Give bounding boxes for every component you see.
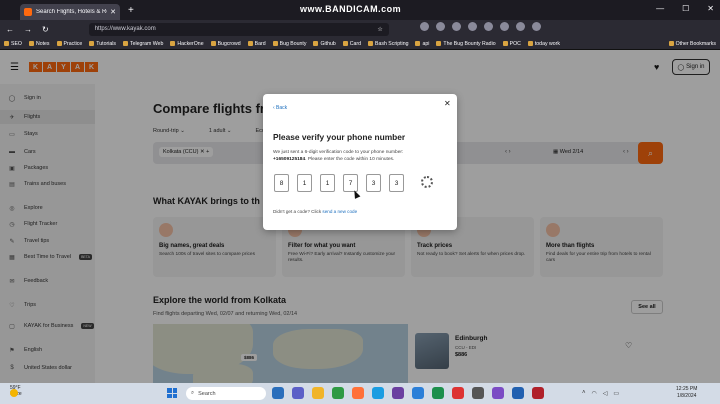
tab-title: Search Flights, Hotels & Rental Cars — [36, 9, 107, 15]
minimize-icon[interactable]: — — [656, 4, 664, 13]
extension-icon[interactable] — [516, 22, 525, 31]
app-icon[interactable] — [492, 387, 504, 399]
volume-icon[interactable]: ◁ — [603, 390, 608, 397]
extensions-toolbar — [420, 22, 541, 31]
extension-icon[interactable] — [436, 22, 445, 31]
bookmark-item[interactable]: api — [415, 41, 429, 47]
extension-icon[interactable] — [452, 22, 461, 31]
bookmark-item[interactable]: Telegram Web — [123, 41, 163, 47]
forward-icon[interactable]: → — [24, 25, 32, 34]
taskbar-search[interactable]: ⌕ Search — [186, 387, 266, 400]
otp-digit-2[interactable]: 1 — [297, 174, 312, 192]
dialog-instructions: We just sent a 6-digit verification code… — [273, 149, 449, 164]
bookmark-item[interactable]: Bugcrowd — [211, 41, 241, 47]
clock-date: 1/8/2024 — [676, 393, 697, 399]
bandicam-icon[interactable] — [532, 387, 544, 399]
resend-prefix: Didn't get a code? Click — [273, 209, 323, 214]
otp-digit-6[interactable]: 3 — [389, 174, 404, 192]
verify-phone-dialog: ‹ Back ✕ Please verify your phone number… — [263, 94, 457, 230]
url-text: https://www.kayak.com — [94, 26, 156, 32]
bookmarks-bar: SEO Notes Practice Tutorials Telegram We… — [0, 38, 720, 50]
system-clock[interactable]: 12:25 PM 1/8/2024 — [676, 386, 697, 400]
system-tray: ˄ ◠ ◁ ▭ — [582, 390, 619, 397]
otp-inputs: 8 1 1 7 3 3 — [274, 174, 404, 192]
phone-number: +16509125184 — [273, 157, 306, 163]
weather-widget[interactable]: 59°F Haze — [10, 385, 22, 398]
close-tab-icon[interactable]: ✕ — [110, 8, 116, 16]
teams-icon[interactable] — [292, 387, 304, 399]
bookmark-item[interactable]: Card — [343, 41, 361, 47]
bookmark-star-icon[interactable]: ☆ — [377, 26, 382, 33]
windows-start-icon[interactable] — [167, 388, 177, 398]
extension-icon[interactable] — [500, 22, 509, 31]
edge-icon[interactable] — [372, 387, 384, 399]
resend-code-link[interactable]: send a new code — [322, 209, 357, 214]
instructions-suffix: . Please enter the code within 10 minute… — [305, 157, 395, 163]
bookmark-item[interactable]: Bard — [248, 41, 266, 47]
otp-digit-1[interactable]: 8 — [274, 174, 289, 192]
other-bookmarks[interactable]: Other Bookmarks — [669, 41, 716, 47]
extension-icon[interactable] — [468, 22, 477, 31]
loading-spinner-icon — [421, 176, 433, 188]
chevron-up-icon[interactable]: ˄ — [582, 390, 586, 397]
maximize-icon[interactable]: ☐ — [682, 4, 689, 13]
excel-icon[interactable] — [432, 387, 444, 399]
bookmark-item[interactable]: Bash Scripting — [368, 41, 408, 47]
taskbar-apps — [272, 387, 544, 399]
app-icon[interactable] — [512, 387, 524, 399]
bookmark-item[interactable]: SEO — [4, 41, 22, 47]
search-icon: ⌕ — [191, 390, 195, 396]
close-icon[interactable]: ✕ — [444, 99, 451, 108]
firefox-icon[interactable] — [352, 387, 364, 399]
recording-watermark: www.BANDICAM.com — [300, 4, 402, 14]
resend-text: Didn't get a code? Click send a new code — [273, 209, 357, 214]
otp-digit-3[interactable]: 1 — [320, 174, 335, 192]
extension-icon[interactable] — [484, 22, 493, 31]
clock-time: 12:25 PM — [676, 386, 698, 392]
bookmark-item[interactable]: Practice — [57, 41, 83, 47]
browser-tab[interactable]: Search Flights, Hotels & Rental Cars ✕ — [20, 4, 120, 20]
app-icon[interactable] — [392, 387, 404, 399]
bookmark-item[interactable]: Bug Bounty — [273, 41, 307, 47]
bookmark-item[interactable]: The Bug Bounty Radio — [436, 41, 495, 47]
bookmark-item[interactable]: today work — [528, 41, 560, 47]
address-bar[interactable]: https://www.kayak.com ☆ — [88, 22, 389, 36]
taskbar-search-label: Search — [198, 390, 216, 397]
extension-icon[interactable] — [532, 22, 541, 31]
instructions-prefix: We just sent a 6-digit verification code… — [273, 150, 404, 155]
kayak-favicon-icon — [24, 8, 32, 16]
wifi-icon[interactable]: ◠ — [592, 390, 597, 397]
new-tab-button[interactable]: + — [128, 5, 134, 16]
bookmark-item[interactable]: Github — [313, 41, 335, 47]
otp-digit-5[interactable]: 3 — [366, 174, 381, 192]
browser-titlebar: Search Flights, Hotels & Rental Cars ✕ +… — [0, 0, 720, 20]
weather-icon — [10, 389, 18, 397]
battery-icon[interactable]: ▭ — [613, 390, 619, 397]
dialog-title: Please verify your phone number — [273, 132, 406, 142]
app-icon[interactable] — [472, 387, 484, 399]
vscode-icon[interactable] — [412, 387, 424, 399]
windows-taskbar: 59°F Haze ⌕ Search ˄ ◠ ◁ ▭ 12:25 PM 1/8/… — [0, 383, 720, 404]
bookmark-item[interactable]: POC — [503, 41, 521, 47]
bookmark-item[interactable]: Tutorials — [89, 41, 116, 47]
chrome-icon[interactable] — [332, 387, 344, 399]
browser-navbar: ← → ↻ https://www.kayak.com ☆ — [0, 20, 720, 38]
window-controls: — ☐ ✕ — [656, 4, 714, 13]
bookmark-item[interactable]: HackerOne — [170, 41, 203, 47]
file-explorer-icon[interactable] — [312, 387, 324, 399]
close-window-icon[interactable]: ✕ — [707, 4, 714, 13]
task-view-icon[interactable] — [272, 387, 284, 399]
extension-icon[interactable] — [420, 22, 429, 31]
reload-icon[interactable]: ↻ — [42, 25, 49, 34]
back-icon[interactable]: ← — [6, 25, 14, 34]
bookmark-item[interactable]: Notes — [29, 41, 50, 47]
back-link[interactable]: ‹ Back — [273, 105, 287, 111]
app-icon[interactable] — [452, 387, 464, 399]
